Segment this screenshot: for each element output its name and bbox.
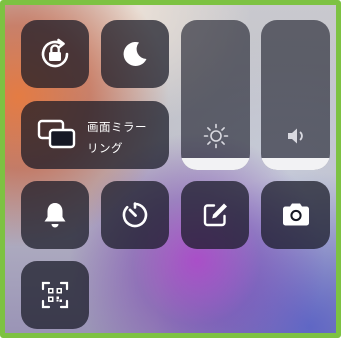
brightness-level-fill xyxy=(181,158,250,170)
screen-mirroring-icon xyxy=(37,117,77,153)
camera-icon xyxy=(261,181,330,249)
screen-mirroring-button[interactable]: 画面ミラーリング xyxy=(21,101,169,169)
moon-icon xyxy=(101,20,169,88)
speaker-icon xyxy=(261,120,330,152)
sun-icon xyxy=(181,120,250,152)
qr-code-icon xyxy=(21,261,89,329)
bell-icon xyxy=(21,181,89,249)
timer-button[interactable] xyxy=(101,181,169,249)
notes-button[interactable] xyxy=(181,181,249,249)
do-not-disturb-button[interactable] xyxy=(101,20,169,88)
brightness-slider[interactable] xyxy=(181,20,250,170)
orientation-lock-button[interactable] xyxy=(21,20,89,88)
ringer-button[interactable] xyxy=(21,181,89,249)
volume-slider[interactable] xyxy=(261,20,330,170)
orientation-lock-icon xyxy=(21,20,89,88)
volume-level-fill xyxy=(261,158,330,170)
timer-icon xyxy=(101,181,169,249)
control-center: 画面ミラーリング xyxy=(0,0,341,338)
note-pencil-icon xyxy=(181,181,249,249)
screen-mirroring-label: 画面ミラーリング xyxy=(87,120,147,155)
qr-scanner-button[interactable] xyxy=(21,261,89,329)
camera-button[interactable] xyxy=(261,181,330,249)
